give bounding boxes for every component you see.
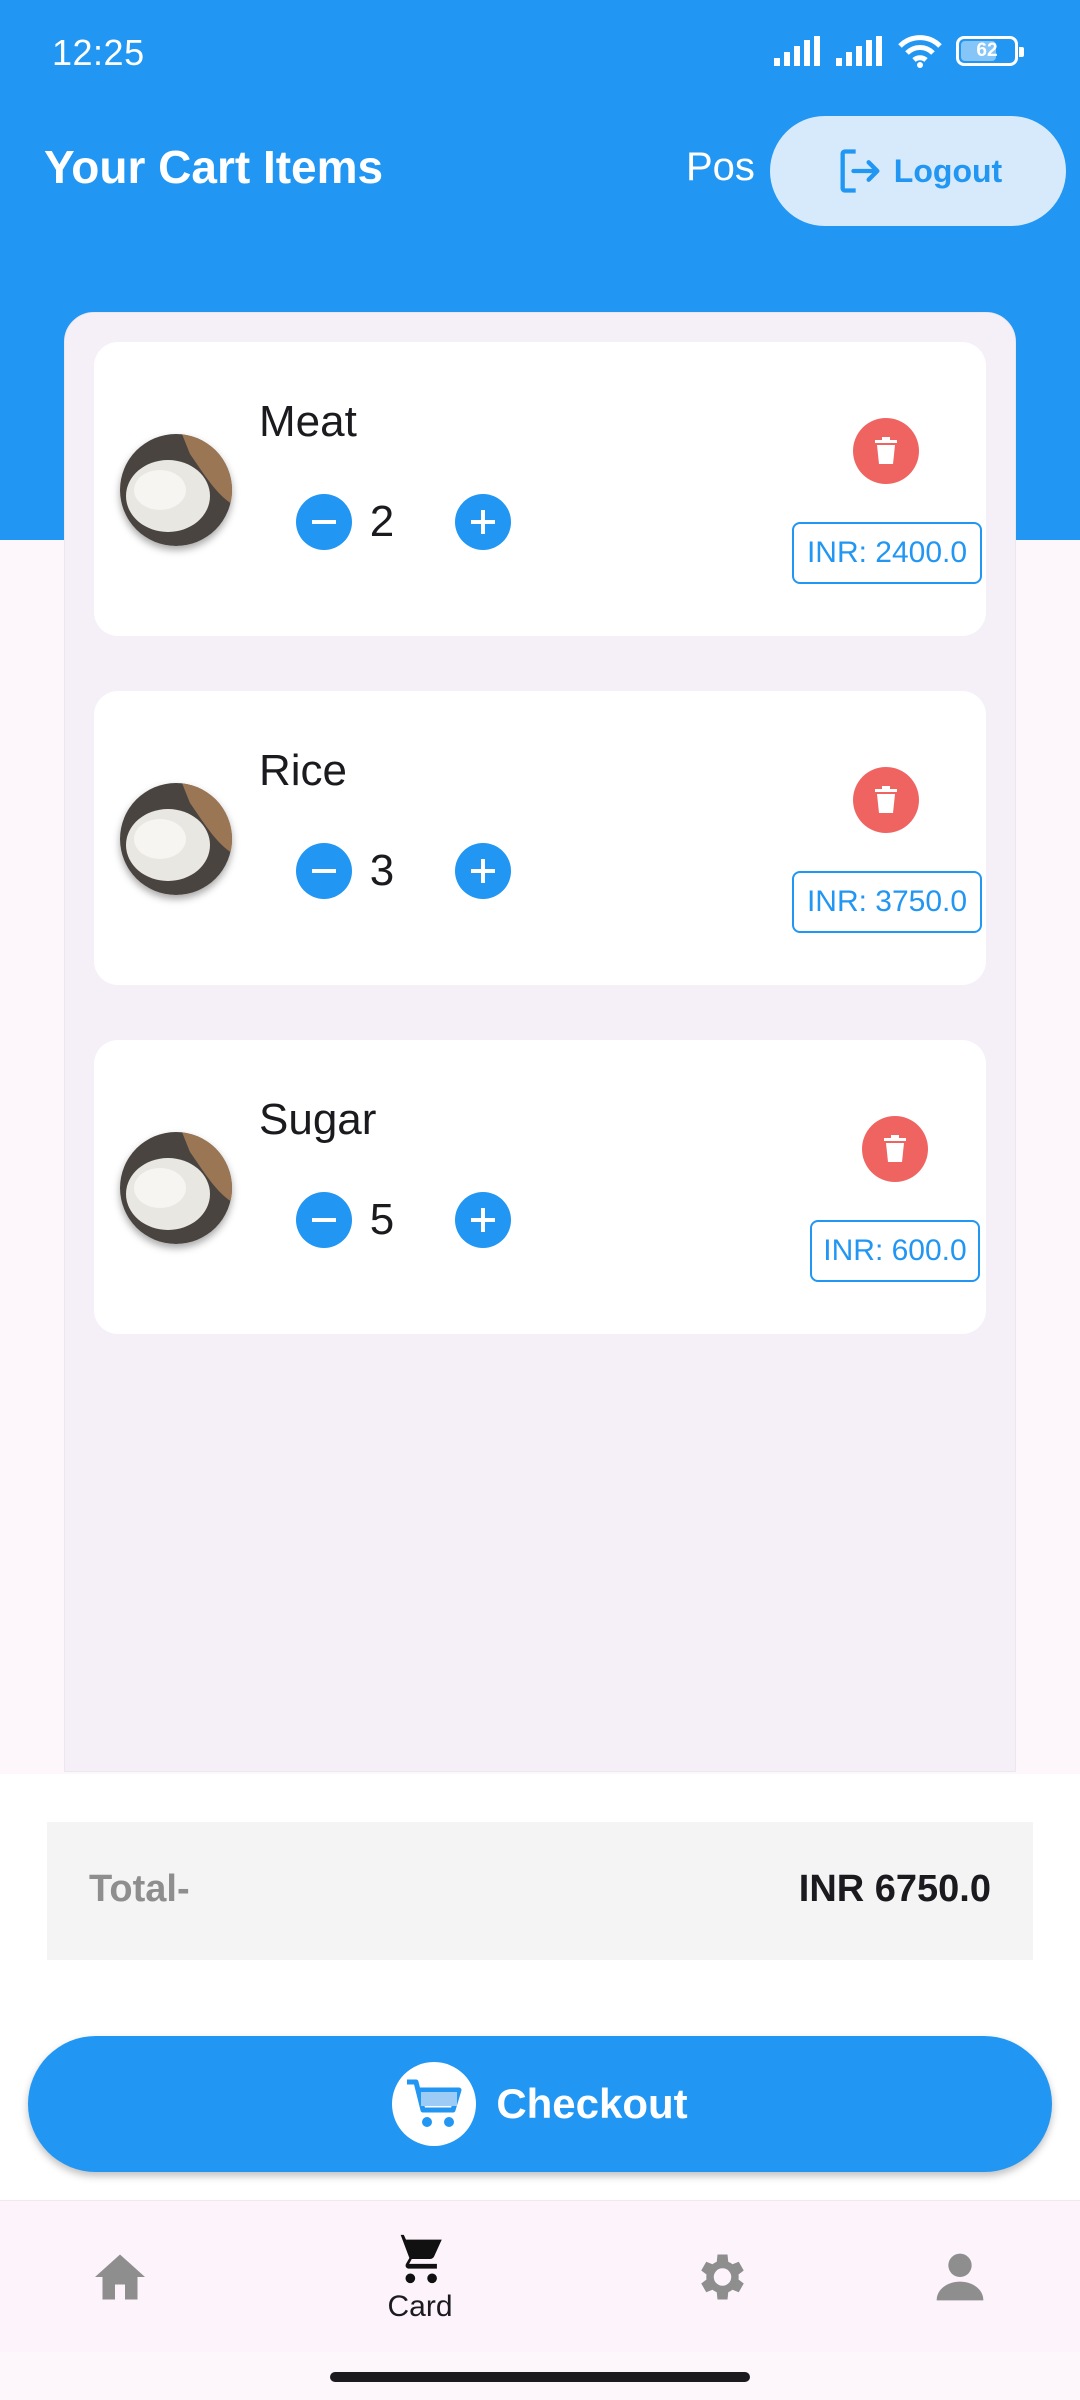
plus-icon: [471, 1208, 495, 1232]
battery-icon: 62: [956, 36, 1024, 66]
cart-icon: [407, 2079, 462, 2127]
nav-profile[interactable]: [890, 2201, 1030, 2353]
home-indicator[interactable]: [330, 2372, 750, 2382]
bottom-nav: Card: [0, 2200, 1080, 2352]
item-name: Rice: [259, 746, 348, 795]
item-image: [120, 434, 232, 546]
nav-card[interactable]: Card: [350, 2201, 490, 2353]
item-name: Sugar: [259, 1095, 377, 1144]
wifi-icon: [898, 35, 942, 68]
increment-button[interactable]: [455, 843, 511, 899]
item-price: INR: 600.0: [810, 1220, 980, 1282]
delete-button[interactable]: [853, 418, 919, 484]
trash-icon: [875, 437, 897, 464]
delete-button[interactable]: [853, 767, 919, 833]
item-image: [120, 1132, 232, 1244]
plus-icon: [471, 510, 495, 534]
trash-icon: [884, 1135, 906, 1162]
decrement-button[interactable]: [296, 494, 352, 550]
decrement-button[interactable]: [296, 843, 352, 899]
checkout-button[interactable]: Checkout: [28, 2036, 1052, 2172]
nav-label: Card: [387, 2290, 453, 2323]
status-bar: 12:25 62: [0, 0, 1080, 110]
logout-button[interactable]: Logout: [770, 116, 1066, 226]
item-price: INR: 3750.0: [792, 871, 982, 933]
minus-icon: [312, 869, 336, 873]
total-box: Total- INR 6750.0: [47, 1822, 1033, 1960]
increment-button[interactable]: [455, 494, 511, 550]
trash-icon: [875, 786, 897, 813]
nav-settings[interactable]: [650, 2201, 790, 2353]
signal-icon: [774, 36, 820, 66]
minus-icon: [312, 1218, 336, 1222]
total-label: Total-: [89, 1868, 190, 1910]
cart-item: Meat 2 INR: 2400.0: [94, 342, 986, 636]
cart-item: Sugar 5 INR: 600.0: [94, 1040, 986, 1334]
person-icon: [936, 2253, 984, 2301]
checkout-label: Checkout: [496, 2080, 688, 2127]
item-quantity: 2: [369, 497, 395, 546]
item-quantity: 5: [369, 1195, 395, 1244]
page-title: Your Cart Items: [44, 141, 384, 193]
checkout-icon-circle: [392, 2062, 477, 2146]
item-price: INR: 2400.0: [792, 522, 982, 584]
status-icons: 62: [774, 34, 1024, 68]
item-name: Meat: [259, 397, 357, 446]
decrement-button[interactable]: [296, 1192, 352, 1248]
logout-icon: [840, 149, 880, 193]
nav-home[interactable]: [50, 2201, 190, 2353]
plus-icon: [471, 859, 495, 883]
minus-icon: [312, 520, 336, 524]
pos-link[interactable]: Pos: [686, 145, 755, 190]
cart-item: Rice 3 INR: 3750.0: [94, 691, 986, 985]
delete-button[interactable]: [862, 1116, 928, 1182]
total-value: INR 6750.0: [798, 1868, 991, 1910]
signal-icon-2: [836, 36, 882, 66]
settings-icon: [701, 2254, 744, 2300]
home-icon: [95, 2254, 145, 2300]
item-image: [120, 783, 232, 895]
cart-icon: [393, 2234, 442, 2284]
logout-label: Logout: [893, 152, 1003, 189]
status-time: 12:25: [52, 32, 145, 73]
increment-button[interactable]: [455, 1192, 511, 1248]
item-quantity: 3: [369, 846, 395, 895]
battery-level: 62: [976, 40, 998, 61]
